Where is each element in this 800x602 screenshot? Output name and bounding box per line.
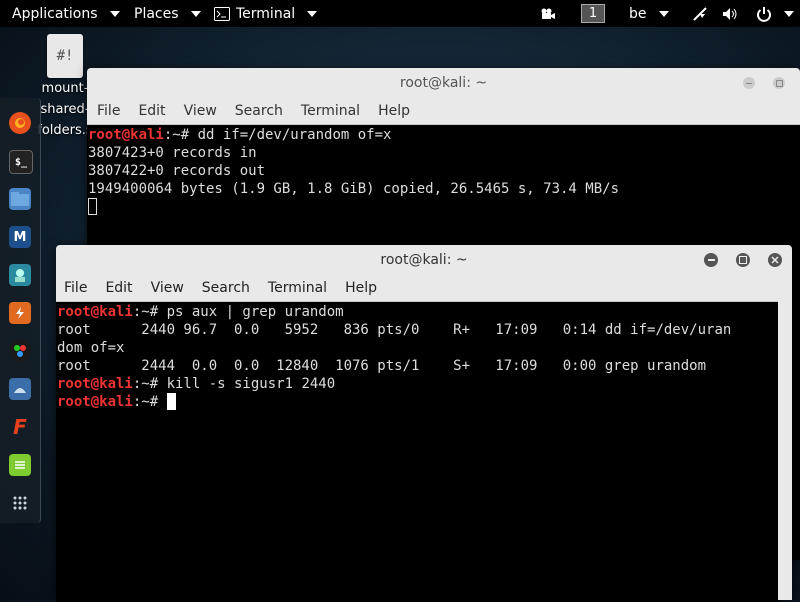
terminal-line: root@kali:~# kill -s sigusr1 2440 (57, 376, 336, 392)
minimize-button[interactable] (743, 77, 755, 89)
terminal-icon[interactable]: $_ (9, 150, 33, 174)
terminal-line: root@kali:~# ps aux | grep urandom (57, 304, 344, 320)
terminal-app-menu[interactable]: Terminal (214, 0, 318, 27)
beef-icon[interactable] (9, 378, 31, 400)
faraday-icon[interactable]: F (9, 415, 31, 439)
close-button[interactable] (768, 253, 782, 267)
top-panel: Applications Places Terminal 1 be (0, 0, 800, 27)
maximize-icon (739, 256, 747, 264)
menu-edit[interactable]: Edit (105, 280, 132, 296)
window-menubar: File Edit View Search Terminal Help (87, 98, 800, 125)
terminal-line: root 2444 0.0 0.0 12840 1076 pts/1 S+ 17… (57, 358, 707, 374)
menu-help[interactable]: Help (345, 280, 377, 296)
terminal-window-front[interactable]: root@kali: ~ File Edit View Search Termi… (56, 245, 792, 602)
window-titlebar[interactable]: root@kali: ~ (87, 68, 800, 98)
terminal-line: 1949400064 bytes (1.9 GB, 1.8 GiB) copie… (88, 181, 620, 197)
menu-terminal[interactable]: Terminal (268, 280, 327, 296)
text-cursor (166, 393, 176, 410)
scrollbar[interactable] (778, 301, 792, 600)
terminal-line: root@kali:~# dd if=/dev/urandom of=x (88, 127, 392, 143)
terminal-line: 3807422+0 records out (88, 163, 266, 179)
chevron-down-icon (109, 10, 120, 17)
workspace-switcher[interactable]: 1 (581, 0, 605, 27)
minimize-icon (707, 259, 715, 261)
window-menubar: File Edit View Search Terminal Help (56, 275, 792, 302)
window-titlebar[interactable]: root@kali: ~ (56, 245, 792, 275)
menu-edit[interactable]: Edit (138, 103, 165, 119)
script-file-icon: #! (47, 34, 83, 78)
network-icon (693, 6, 707, 21)
terminal-line: dom of=x (57, 340, 125, 356)
maximize-button[interactable] (736, 253, 750, 267)
menu-file[interactable]: File (64, 280, 87, 296)
keyboard-layout-label: be (629, 5, 647, 22)
camera-icon (541, 8, 555, 19)
files-icon[interactable] (9, 188, 31, 210)
dock: $_ M F (0, 98, 41, 523)
show-apps-icon[interactable] (9, 492, 31, 514)
minimize-icon (746, 82, 752, 84)
menu-terminal[interactable]: Terminal (301, 103, 360, 119)
terminal-line: 3807423+0 records in (88, 145, 257, 161)
close-icon (771, 256, 779, 264)
chevron-down-icon (307, 10, 318, 17)
chevron-down-icon (784, 10, 794, 17)
keyboard-layout-menu[interactable]: be (629, 0, 669, 27)
firefox-icon[interactable] (9, 112, 31, 134)
text-cursor (88, 198, 97, 215)
terminal-output[interactable]: root@kali:~# ps aux | grep urandom root 2… (56, 302, 780, 602)
system-menu[interactable] (692, 0, 794, 27)
burpsuite-icon[interactable] (9, 302, 31, 324)
terminal-line: root 2440 96.7 0.0 5952 836 pts/0 R+ 17:… (57, 322, 732, 338)
leafpad-icon[interactable] (9, 454, 31, 476)
menu-help[interactable]: Help (378, 103, 410, 119)
maximize-icon (775, 79, 783, 87)
menu-search[interactable]: Search (202, 280, 250, 296)
window-title: root@kali: ~ (399, 75, 488, 91)
armitage-icon[interactable] (9, 264, 31, 286)
metasploit-icon[interactable]: M (9, 226, 31, 248)
maximize-button[interactable] (773, 77, 785, 89)
minimize-button[interactable] (704, 253, 718, 267)
menu-search[interactable]: Search (235, 103, 283, 119)
terminal-line: root@kali:~# (57, 393, 779, 411)
menu-file[interactable]: File (97, 103, 120, 119)
places-label: Places (134, 5, 179, 22)
terminal-line (88, 198, 799, 216)
workspace-number: 1 (581, 4, 605, 23)
maltego-icon[interactable] (9, 340, 31, 362)
volume-icon (723, 7, 737, 20)
power-icon (757, 6, 771, 22)
window-title: root@kali: ~ (380, 252, 468, 268)
places-menu[interactable]: Places (134, 0, 201, 27)
applications-menu[interactable]: Applications (12, 0, 120, 27)
terminal-icon (214, 6, 230, 21)
chevron-down-icon (190, 10, 201, 17)
terminal-app-label: Terminal (236, 5, 296, 22)
video-indicator[interactable] (540, 0, 556, 27)
applications-label: Applications (12, 5, 98, 22)
chevron-down-icon (658, 10, 669, 17)
menu-view[interactable]: View (151, 280, 184, 296)
menu-view[interactable]: View (184, 103, 217, 119)
